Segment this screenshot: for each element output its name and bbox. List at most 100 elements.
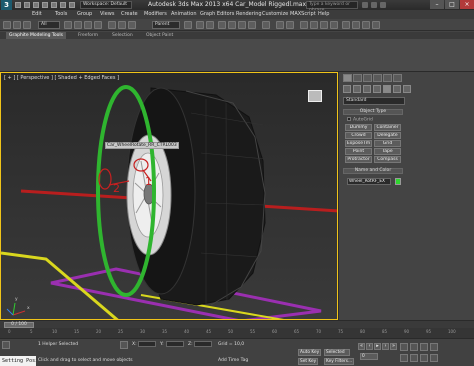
menu-customize[interactable]: Customize [262,11,288,17]
point-button[interactable]: Point [345,148,372,155]
category-select[interactable]: Standard [343,97,405,105]
workspace-select[interactable]: Workspace: Default [80,1,132,9]
add-time-tag[interactable]: Add Time Tag [218,358,248,363]
container-button[interactable]: Container [374,124,401,131]
tab-selection[interactable]: Selection [112,33,133,38]
menu-group[interactable]: Group [77,11,92,17]
app-logo[interactable]: 3 [1,0,12,10]
help-icon[interactable] [380,2,386,8]
selection-filter-select[interactable]: All [38,21,60,29]
mirror-icon[interactable] [276,21,284,29]
render-production-icon[interactable] [372,21,380,29]
viewport-label[interactable]: [ + ] [ Perspective ] [ Shaded + Edged F… [4,75,119,81]
goto-start-icon[interactable]: « [358,343,365,350]
menu-maxscript[interactable]: MAXScript [290,11,316,17]
systems-icon[interactable] [403,85,411,93]
new-file-icon[interactable] [15,2,21,8]
grid-button[interactable]: Grid [374,140,401,147]
hierarchy-tab-icon[interactable] [363,74,372,82]
select-rotate-icon[interactable] [118,21,126,29]
maxscript-mini-listener-icon[interactable] [2,341,10,349]
close-button[interactable]: × [460,0,474,9]
motion-tab-icon[interactable] [373,74,382,82]
render-setup-icon[interactable] [352,21,360,29]
coord-x-field[interactable] [138,341,156,347]
keyboard-shortcut-icon[interactable] [206,21,214,29]
auto-key-button[interactable]: Auto Key [298,349,322,356]
field-of-view-icon[interactable] [400,354,408,362]
rendered-frame-icon[interactable] [362,21,370,29]
menu-edit[interactable]: Edit [32,11,42,17]
maximize-button[interactable]: □ [445,0,459,9]
current-frame-field[interactable]: 0 [360,353,378,360]
menu-modifiers[interactable]: Modifiers [144,11,167,17]
open-file-icon[interactable] [24,2,30,8]
tab-freeform[interactable]: Freeform [78,33,98,38]
coord-z-field[interactable] [194,341,212,347]
schematic-view-icon[interactable] [330,21,338,29]
menu-animation[interactable]: Animation [171,11,197,17]
reference-coordinate-select[interactable]: Parent [152,21,180,29]
zoom-icon[interactable] [400,343,408,351]
object-name-field[interactable]: Wheel_RotRF_EX [347,178,391,185]
snap-toggle-icon[interactable] [218,21,226,29]
menu-create[interactable]: Create [121,11,138,17]
zoom-extents-icon[interactable] [420,343,428,351]
object-color-swatch[interactable] [395,178,401,185]
binoculars-icon[interactable] [362,2,368,8]
time-slider[interactable]: 0 / 100 [0,320,474,328]
shapes-icon[interactable] [353,85,361,93]
lock-selection-icon[interactable] [120,341,128,349]
pan-view-icon[interactable] [410,354,418,362]
save-file-icon[interactable] [33,2,39,8]
select-by-name-icon[interactable] [74,21,82,29]
pivot-center-icon[interactable] [184,21,192,29]
dummy-button[interactable]: Dummy [345,124,372,131]
curve-editor-icon[interactable] [320,21,328,29]
name-and-color-rollout[interactable]: Name and Color [343,168,403,174]
modify-tab-icon[interactable] [353,74,362,82]
geometry-icon[interactable] [343,85,351,93]
create-tab-icon[interactable] [343,74,352,82]
zoom-all-icon[interactable] [410,343,418,351]
menu-views[interactable]: Views [100,11,114,17]
spinner-snap-icon[interactable] [248,21,256,29]
hold-icon[interactable] [60,2,66,8]
align-icon[interactable] [286,21,294,29]
tab-graphite-modeling[interactable]: Graphite Modeling Tools [6,32,67,39]
orbit-icon[interactable] [420,354,428,362]
coord-y-field[interactable] [166,341,184,347]
display-tab-icon[interactable] [383,74,392,82]
undo-icon[interactable] [3,21,11,29]
redo-icon[interactable] [51,2,57,8]
project-folder-icon[interactable] [69,2,75,8]
cameras-icon[interactable] [373,85,381,93]
helpers-icon[interactable] [383,85,391,93]
space-warps-icon[interactable] [393,85,401,93]
select-object-icon[interactable] [64,21,72,29]
named-selection-icon[interactable] [262,21,270,29]
delegate-button[interactable]: Delegate [374,132,401,139]
window-crossing-icon[interactable] [94,21,102,29]
search-input[interactable]: Type a keyword or phrase [306,1,358,13]
selected-mode-select[interactable]: Selected [324,349,350,356]
lights-icon[interactable] [363,85,371,93]
protractor-button[interactable]: Protractor [345,156,372,163]
track-bar[interactable]: 0 5 10 15 20 25 30 35 40 45 50 55 60 65 70 75 80 85 90 95 10… [0,328,474,338]
tab-object-paint[interactable]: Object Paint [146,33,173,38]
menu-graph-editors[interactable]: Graph Editors [200,11,234,17]
link-icon[interactable] [23,21,31,29]
utilities-tab-icon[interactable] [393,74,402,82]
zoom-extents-all-icon[interactable] [430,343,438,351]
material-editor-icon[interactable] [342,21,350,29]
undo-icon[interactable] [42,2,48,8]
menu-rendering[interactable]: Rendering [236,11,262,17]
view-cube-icon[interactable] [308,90,322,102]
angle-snap-icon[interactable] [228,21,236,29]
minimize-button[interactable]: – [430,0,444,9]
scene-view[interactable]: 1 2 [1,73,338,320]
select-scale-icon[interactable] [128,21,136,29]
star-icon[interactable] [371,2,377,8]
set-key-button[interactable]: Set Key [298,358,319,365]
play-icon[interactable]: ▸ [374,343,381,350]
